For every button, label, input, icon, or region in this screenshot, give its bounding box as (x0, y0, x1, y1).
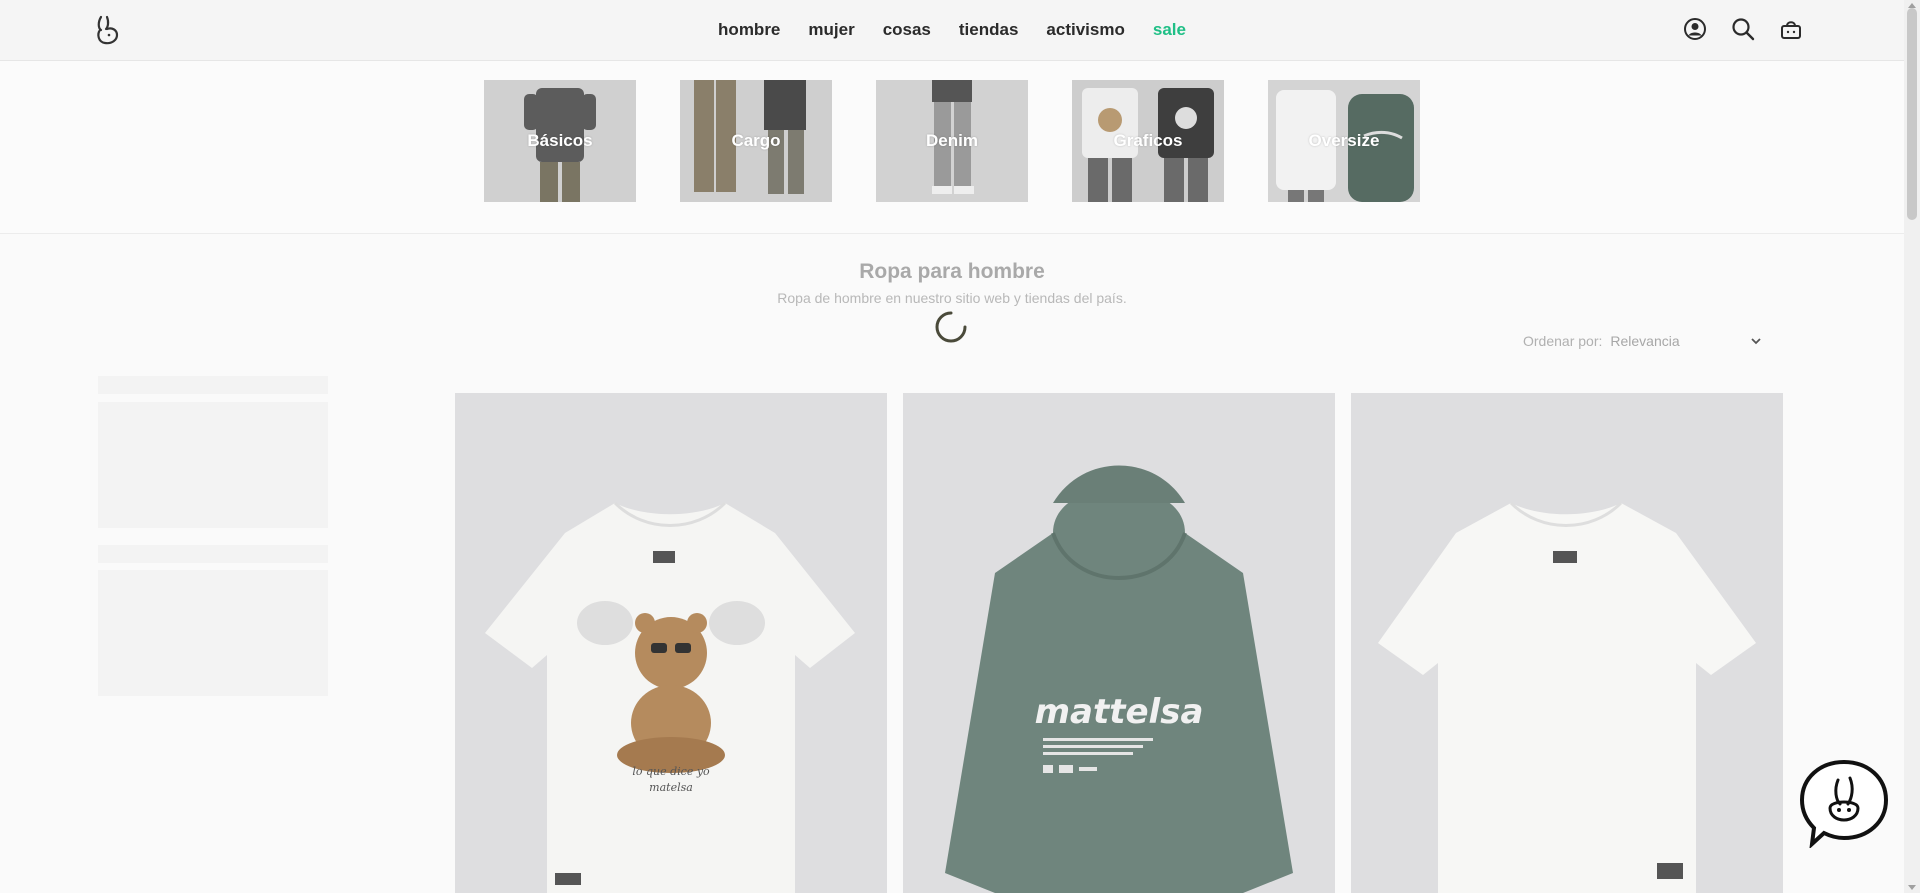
nav-item-activismo[interactable]: activismo (1046, 20, 1124, 40)
page-subtitle: Ropa de hombre en nuestro sitio web y ti… (777, 290, 1127, 306)
nav-item-hombre[interactable]: hombre (718, 20, 780, 40)
filter-skeleton-heading (98, 545, 328, 563)
category-label: Básicos (527, 131, 593, 150)
filter-skeleton-block (98, 570, 328, 696)
product-card[interactable]: mattelsa (903, 393, 1335, 893)
product-image-tshirt-white (1378, 501, 1756, 893)
product-print-text: mattelsa (1035, 692, 1204, 732)
scrollbar-thumb[interactable] (1907, 8, 1917, 220)
cart-icon[interactable] (1778, 16, 1804, 42)
page-scrollbar[interactable] (1904, 0, 1920, 893)
nav-item-mujer[interactable]: mujer (808, 20, 854, 40)
filter-skeleton-heading (98, 376, 328, 394)
sort-select-value[interactable]: Relevancia (1610, 333, 1750, 349)
page-title: Ropa para hombre (859, 260, 1045, 283)
loading-spinner-icon (935, 311, 967, 343)
site-header: hombre mujer cosas tiendas activismo sal… (0, 0, 1904, 61)
product-print-text: matelsa (649, 781, 693, 794)
product-image-tshirt-bear: lo que dice yo matelsa (485, 501, 855, 893)
category-card-cargo[interactable]: Cargo (680, 80, 832, 202)
category-card-denim[interactable]: Denim (876, 80, 1028, 202)
account-icon[interactable] (1682, 16, 1708, 42)
category-label: Denim (926, 131, 978, 150)
product-card[interactable]: lo que dice yo matelsa (455, 393, 887, 893)
sort-control[interactable]: Ordenar por: Relevancia (1523, 333, 1762, 349)
nav-item-tiendas[interactable]: tiendas (959, 20, 1019, 40)
category-label: Graficos (1113, 131, 1183, 150)
category-label: Cargo (731, 131, 781, 150)
category-list: Básicos Cargo Denim Graficos Oversize (484, 80, 1420, 202)
nav-item-sale[interactable]: sale (1153, 20, 1186, 40)
category-card-oversize[interactable]: Oversize (1268, 80, 1420, 202)
product-card[interactable] (1351, 393, 1783, 893)
category-card-graficos[interactable]: Graficos (1072, 80, 1224, 202)
nav-item-cosas[interactable]: cosas (883, 20, 931, 40)
header-actions (1682, 16, 1804, 42)
category-label: Oversize (1308, 131, 1380, 150)
search-icon[interactable] (1730, 16, 1756, 42)
category-strip: Básicos Cargo Denim Graficos Oversize (0, 61, 1904, 234)
filter-skeleton-block (98, 402, 328, 528)
main-nav: hombre mujer cosas tiendas activismo sal… (0, 0, 1904, 60)
product-image-hoodie-back: mattelsa (945, 465, 1293, 893)
chevron-down-icon[interactable] (1750, 335, 1762, 347)
sort-label: Ordenar por: (1523, 333, 1603, 349)
product-print-text: lo que dice yo (632, 765, 710, 778)
scroll-down-arrow-icon[interactable] (1908, 885, 1916, 891)
chat-bubble-button[interactable] (1800, 758, 1888, 848)
category-card-basicos[interactable]: Básicos (484, 80, 636, 202)
